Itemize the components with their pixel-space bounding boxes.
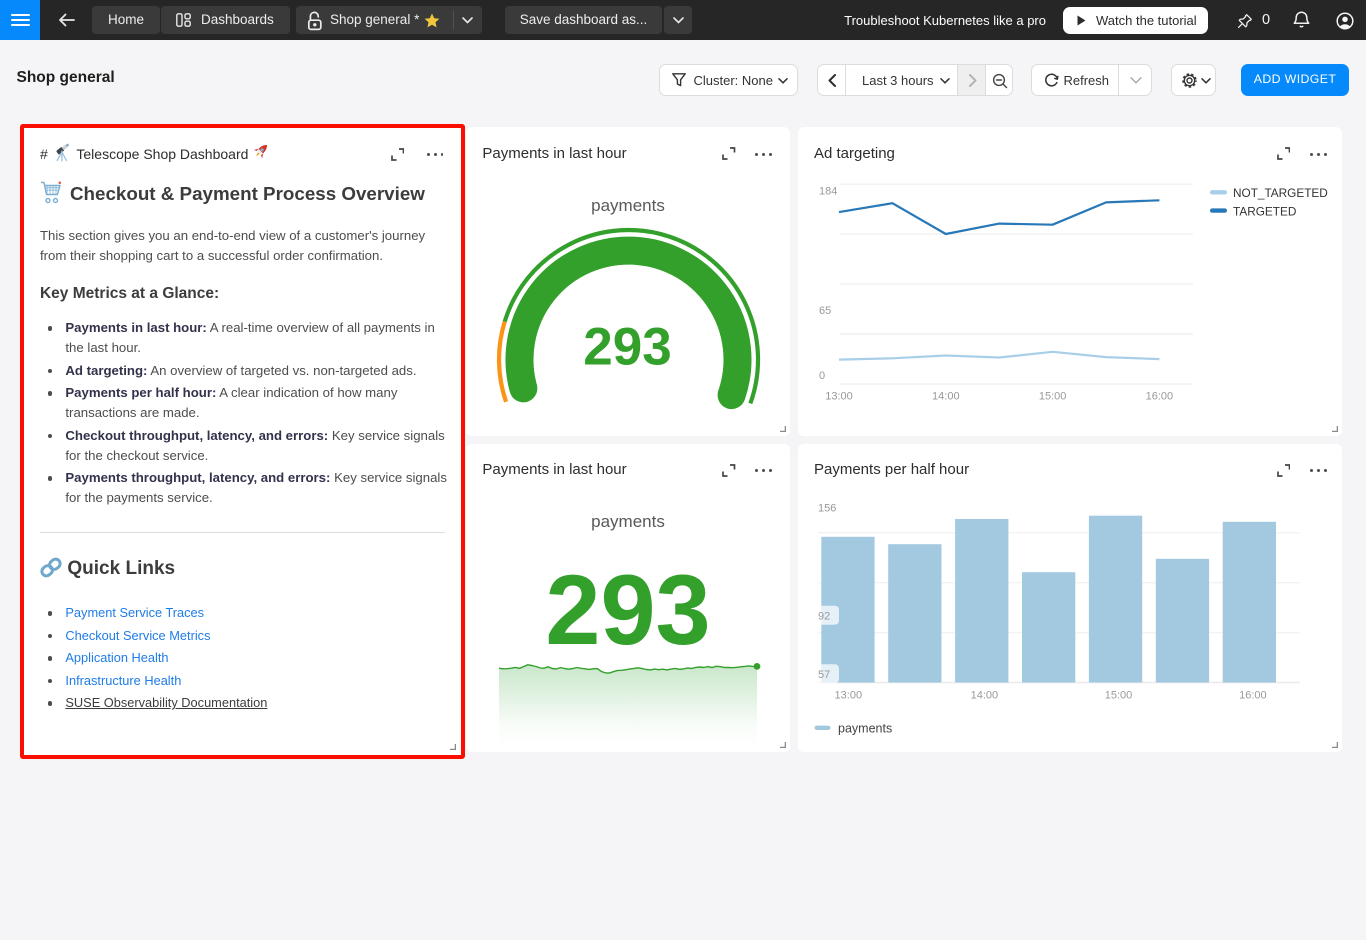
svg-text:payments: payments: [838, 721, 892, 735]
svg-text:293: 293: [545, 554, 710, 665]
svg-text:16:00: 16:00: [1146, 391, 1174, 403]
svg-text:TARGETED: TARGETED: [1233, 205, 1296, 219]
svg-text:92: 92: [818, 610, 830, 622]
svg-text:payments: payments: [591, 512, 665, 531]
svg-text:15:00: 15:00: [1039, 391, 1067, 403]
svg-text:payments: payments: [591, 196, 665, 215]
svg-text:293: 293: [583, 318, 671, 377]
svg-text:14:00: 14:00: [971, 689, 999, 701]
svg-text:57: 57: [818, 669, 830, 681]
svg-text:15:00: 15:00: [1105, 689, 1133, 701]
svg-text:184: 184: [819, 186, 837, 198]
svg-text:14:00: 14:00: [932, 391, 960, 403]
svg-text:13:00: 13:00: [825, 391, 853, 403]
svg-text:156: 156: [818, 502, 836, 514]
svg-text:16:00: 16:00: [1239, 689, 1267, 701]
svg-text:13:00: 13:00: [835, 689, 863, 701]
svg-text:0: 0: [819, 370, 825, 382]
svg-text:NOT_TARGETED: NOT_TARGETED: [1233, 186, 1328, 200]
svg-text:65: 65: [819, 305, 831, 317]
